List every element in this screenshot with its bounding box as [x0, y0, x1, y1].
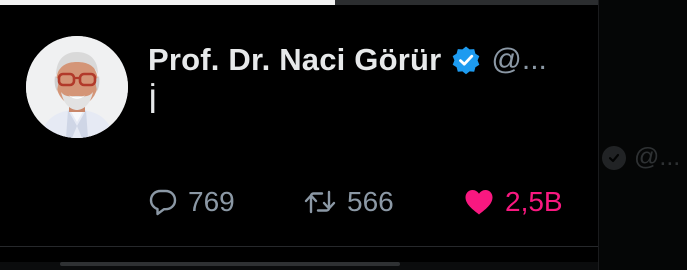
divider	[0, 246, 598, 247]
tweet-actions: 769 566 2,5B	[148, 181, 563, 223]
background-verified-icon	[602, 145, 626, 170]
avatar[interactable]	[26, 36, 128, 138]
retweet-count: 566	[347, 186, 394, 217]
retweet-button[interactable]: 566	[303, 186, 463, 218]
reply-bubble-icon	[149, 189, 177, 216]
retweet-arrows-icon	[304, 190, 336, 214]
display-name[interactable]: Prof. Dr. Naci Görür	[148, 42, 441, 78]
bottom-bar-mark	[60, 262, 400, 266]
tweet-text: İ	[148, 83, 158, 121]
profile-photo-icon	[26, 36, 128, 138]
user-handle[interactable]: @...	[491, 43, 546, 77]
like-count: 2,5B	[505, 186, 563, 217]
background-tweet-header: @...	[602, 143, 680, 172]
background-panel	[598, 0, 687, 270]
heart-filled-icon	[465, 190, 493, 215]
video-progress-bar[interactable]	[0, 0, 598, 5]
verified-icon	[451, 45, 481, 75]
reply-button[interactable]: 769	[148, 186, 303, 218]
like-button[interactable]: 2,5B	[463, 186, 563, 218]
tweet-header: Prof. Dr. Naci Görür @...	[148, 40, 547, 80]
video-progress-fill	[0, 0, 335, 5]
reply-count: 769	[188, 186, 235, 217]
bottom-bar	[0, 262, 598, 270]
background-tweet-handle: @...	[634, 143, 681, 171]
